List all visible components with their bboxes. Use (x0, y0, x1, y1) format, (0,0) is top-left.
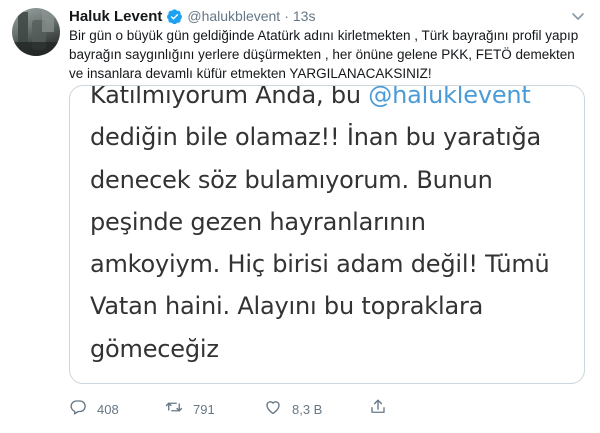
tweet-text: Bir gün o büyük gün geldiğinde Atatürk a… (69, 28, 579, 81)
chevron-down-icon[interactable] (570, 8, 586, 24)
author-name[interactable]: Haluk Levent (69, 8, 162, 25)
retweet-button[interactable]: 791 (165, 398, 215, 420)
media-line: Katılmıyorum Anda, bu @haluklevent (90, 85, 580, 116)
like-count: 8,3 B (292, 401, 323, 417)
media-line: amkoyiym. Hiç birisi adam değil! Tümü (90, 250, 550, 279)
media-line: Vatan haini. Alayını bu topraklara (90, 292, 484, 321)
reply-button[interactable]: 408 (69, 398, 119, 420)
avatar[interactable] (12, 8, 60, 56)
media-line: gömeceğiz (90, 334, 219, 363)
like-button[interactable]: 8,3 B (264, 398, 322, 420)
heart-icon (264, 398, 282, 420)
retweet-icon (165, 398, 183, 420)
verified-badge-icon (166, 8, 183, 25)
reply-icon (69, 398, 87, 420)
media-line: denecek söz bulamıyorum. Bunun (90, 165, 493, 194)
tweet-header: Haluk Levent @halukblevent · 13s (69, 6, 315, 26)
tweet-card[interactable]: Haluk Levent @halukblevent · 13s Bir gün… (0, 0, 600, 433)
tweet-timestamp[interactable]: 13s (293, 8, 316, 24)
retweet-count: 791 (193, 401, 215, 417)
media-text: Katılmıyorum Anda, bu @haluklevent dediğ… (90, 85, 580, 370)
tweet-media-image[interactable]: Katılmıyorum Anda, bu @haluklevent dediğ… (69, 85, 585, 384)
media-line: dediğin bile olamaz!! İnan bu yaratığa (90, 123, 542, 152)
tweet-actions: 408 791 8,3 B (69, 398, 589, 420)
share-button[interactable] (369, 398, 387, 420)
share-icon (369, 398, 387, 420)
media-mention: @haluklevent (368, 85, 531, 109)
reply-count: 408 (97, 401, 119, 417)
media-line: peşinde gezen hayranlarının (90, 207, 426, 236)
separator-dot: · (284, 8, 289, 24)
author-handle[interactable]: @halukblevent (187, 8, 280, 24)
